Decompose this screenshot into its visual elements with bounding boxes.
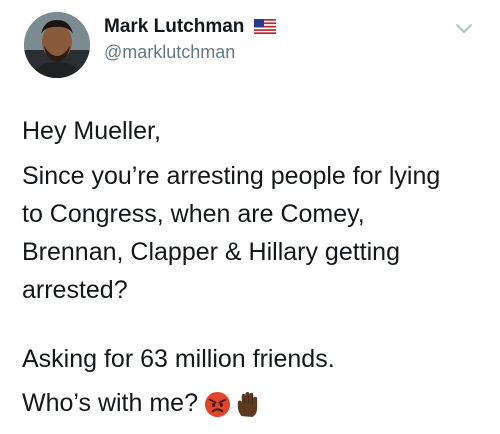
chevron-down-icon[interactable] — [454, 20, 474, 36]
avatar[interactable] — [24, 12, 90, 78]
tweet-closing-line: Who’s with me? — [22, 384, 261, 422]
raised-hand-emoji — [237, 391, 258, 417]
tweet-greeting: Hey Mueller, — [22, 117, 161, 145]
tweet-closing: Who’s with me? — [22, 389, 198, 417]
angry-face-emoji — [204, 391, 231, 417]
tweet-line: to Congress, when are Comey, — [22, 200, 365, 228]
tweet-line: arrested? — [22, 276, 128, 304]
tweet-line: Since you’re arresting people for lying — [22, 162, 441, 190]
tweet-line: Brennan, Clapper & Hillary getting — [22, 238, 400, 266]
user-handle[interactable]: @marklutchman — [104, 42, 235, 63]
display-name[interactable]: Mark Lutchman — [104, 16, 244, 38]
tweet-card: Mark Lutchman @marklutchman Hey Mueller,… — [0, 0, 500, 434]
tweet-question: Since you’re arresting people for lying … — [22, 157, 440, 309]
us-flag-icon — [254, 19, 276, 34]
tweet-asking: Asking for 63 million friends. — [22, 345, 335, 373]
